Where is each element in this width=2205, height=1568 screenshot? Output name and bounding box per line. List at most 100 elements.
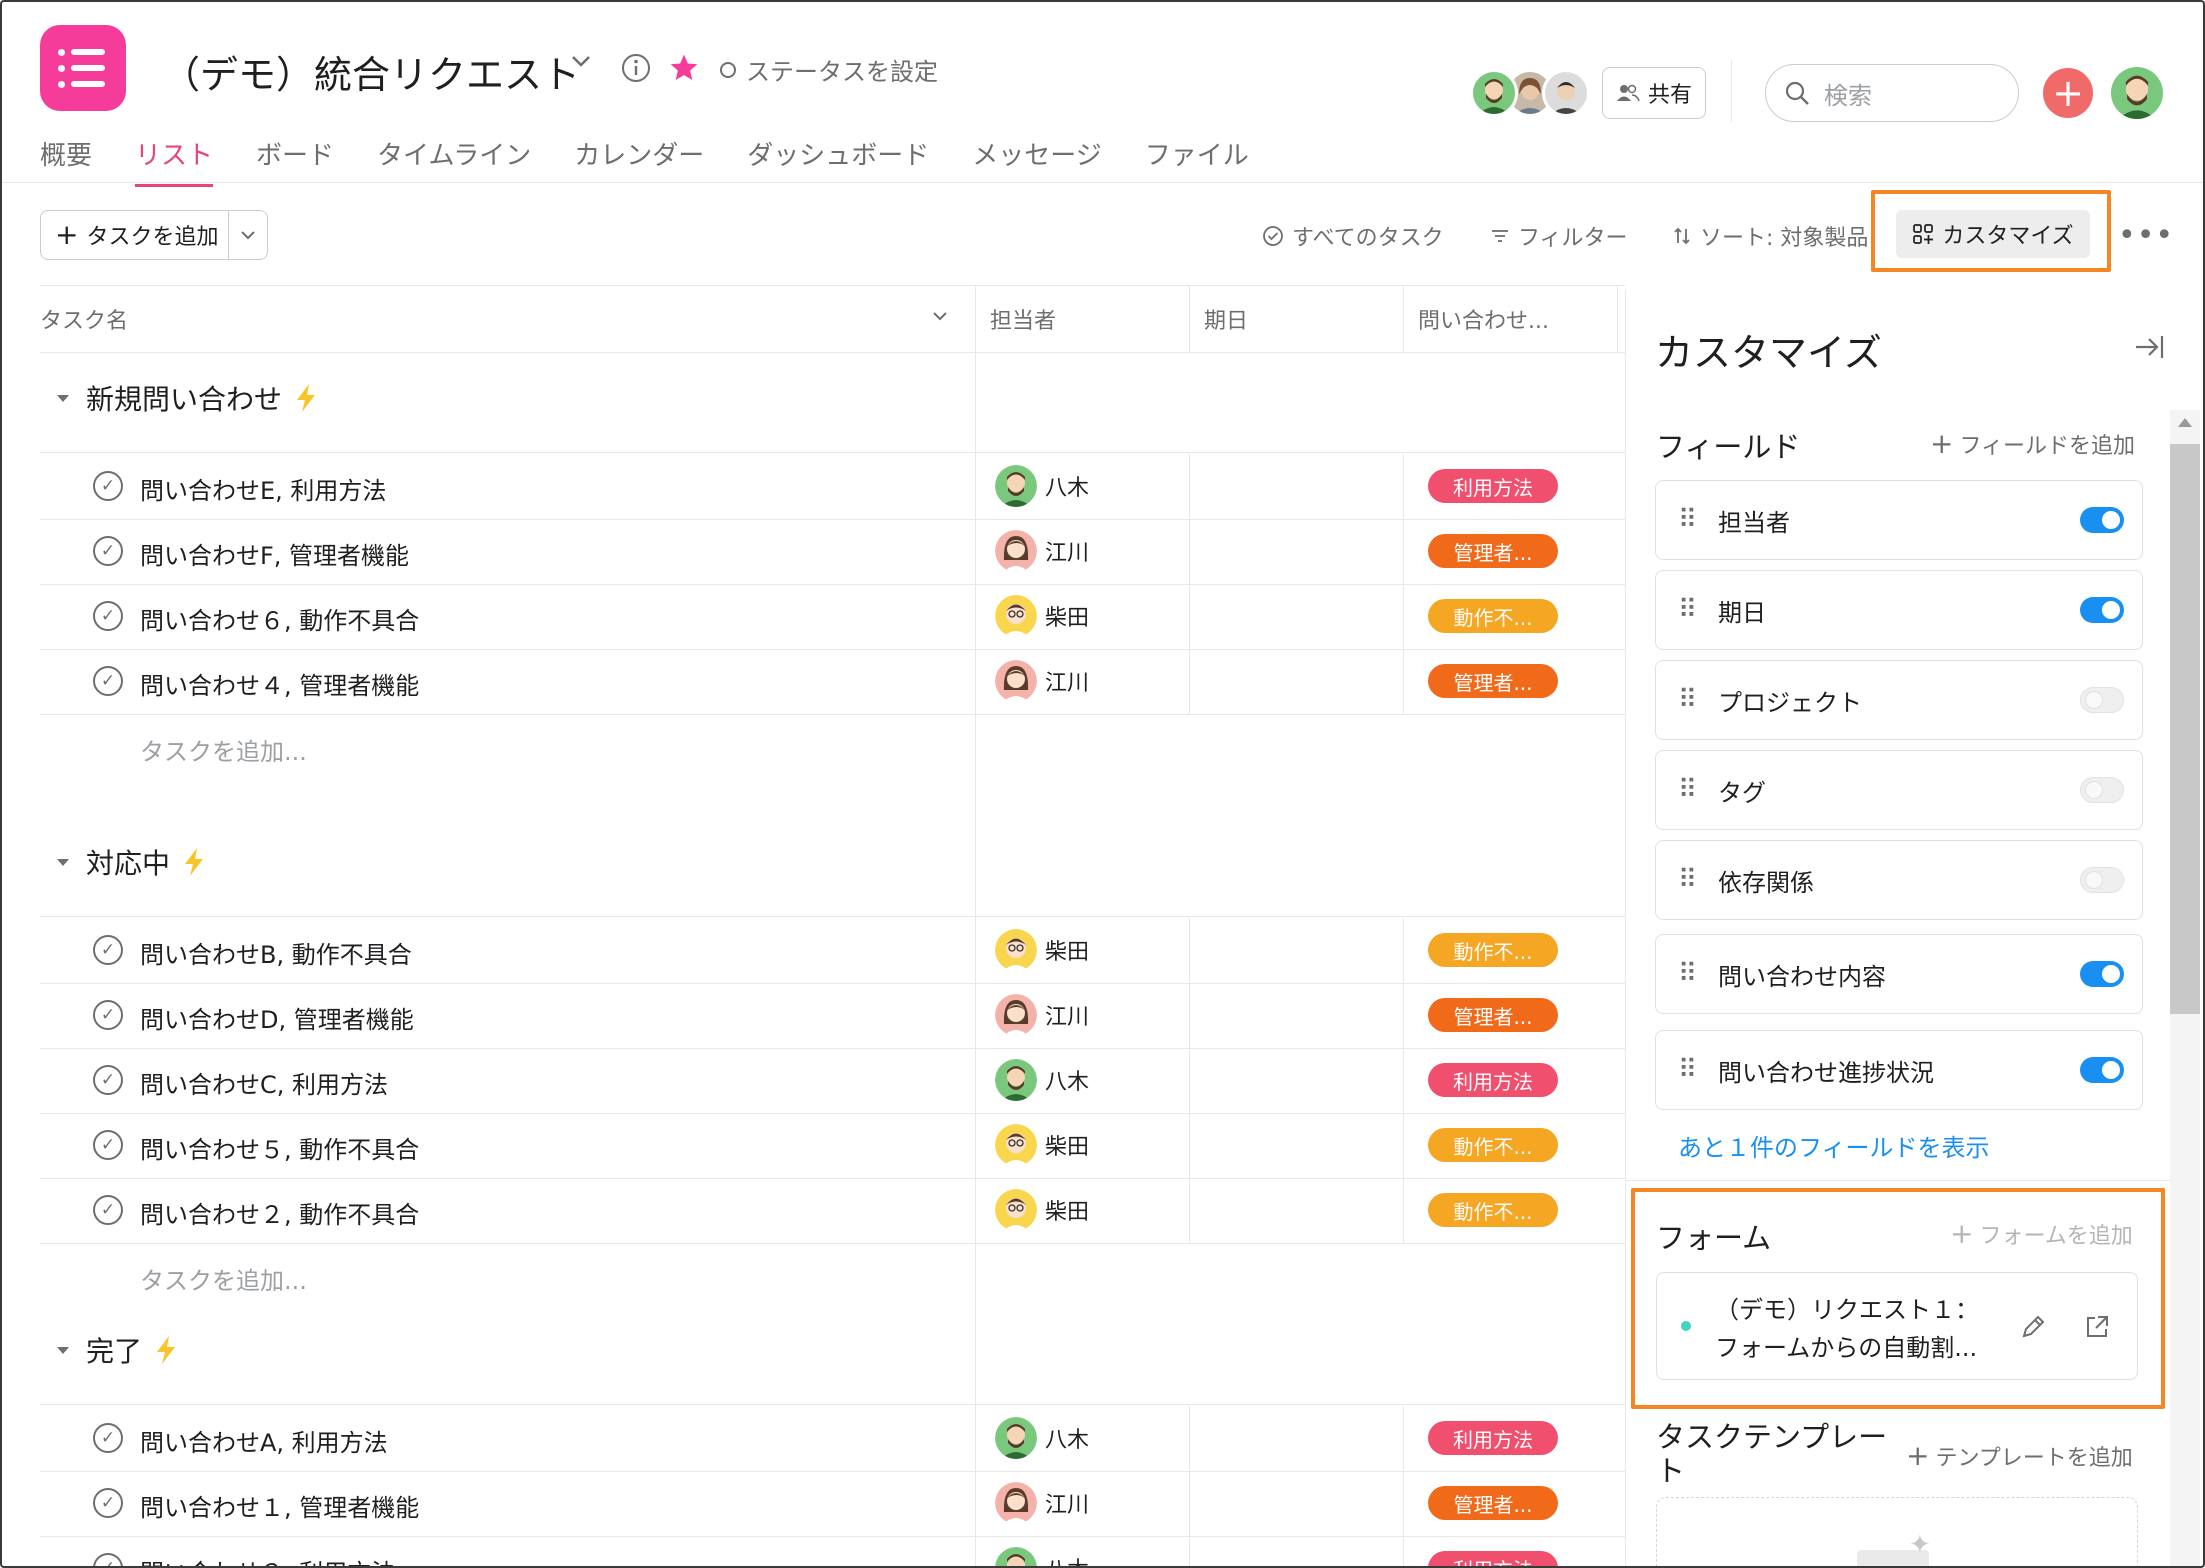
inquiry-tag[interactable]: 利用方法	[1428, 1063, 1558, 1097]
inquiry-tag[interactable]: 利用方法	[1428, 1551, 1558, 1568]
column-task-name[interactable]: タスク名	[40, 303, 128, 335]
add-task-dropdown[interactable]	[229, 226, 267, 244]
complete-check-icon[interactable]: ✓	[93, 1195, 123, 1225]
assignee[interactable]: 江川	[995, 994, 1089, 1036]
chevron-down-icon[interactable]	[568, 48, 594, 81]
star-icon[interactable]	[668, 52, 700, 88]
drag-handle-icon[interactable]: ⠿	[1678, 507, 1718, 533]
customize-button[interactable]: カスタマイズ	[1896, 210, 2090, 258]
add-task-row[interactable]: タスクを追加...	[140, 732, 307, 767]
collapse-panel-icon[interactable]	[2133, 332, 2165, 366]
inquiry-tag[interactable]: 管理者...	[1428, 534, 1558, 568]
complete-check-icon[interactable]: ✓	[93, 1423, 123, 1453]
complete-check-icon[interactable]: ✓	[93, 1553, 123, 1568]
field-card[interactable]: ⠿ プロジェクト	[1655, 660, 2143, 740]
assignee[interactable]: 江川	[995, 660, 1089, 702]
lightning-icon[interactable]	[154, 1335, 178, 1365]
table-row[interactable]: ✓ 問い合わせB, 動作不具合 柴田 動作不...	[40, 918, 1625, 983]
field-toggle[interactable]	[2080, 597, 2124, 623]
form-card[interactable]: （デモ）リクエスト１： フォームからの自動割...	[1656, 1272, 2138, 1380]
assignee[interactable]: 柴田	[995, 929, 1089, 971]
complete-check-icon[interactable]: ✓	[93, 1065, 123, 1095]
field-card[interactable]: ⠿ タグ	[1655, 750, 2143, 830]
tab-4[interactable]: カレンダー	[574, 135, 704, 187]
scrollbar-thumb[interactable]	[2170, 444, 2200, 1014]
project-icon[interactable]	[40, 25, 126, 111]
table-row[interactable]: ✓ 問い合わせ５, 動作不具合 柴田 動作不...	[40, 1113, 1625, 1178]
inquiry-tag[interactable]: 利用方法	[1428, 1421, 1558, 1455]
column-due-date[interactable]: 期日	[1204, 303, 1248, 335]
table-row[interactable]: ✓ 問い合わせ４, 管理者機能 江川 管理者...	[40, 649, 1625, 714]
inquiry-tag[interactable]: 利用方法	[1428, 469, 1558, 503]
member-avatars[interactable]	[1470, 69, 1590, 117]
column-assignee[interactable]: 担当者	[990, 303, 1056, 335]
field-toggle[interactable]	[2080, 867, 2124, 893]
inquiry-tag[interactable]: 管理者...	[1428, 1486, 1558, 1520]
assignee[interactable]: 柴田	[995, 1189, 1089, 1231]
drag-handle-icon[interactable]: ⠿	[1678, 961, 1718, 987]
task-title[interactable]: 問い合わせ６, 動作不具合	[140, 601, 419, 636]
table-row[interactable]: ✓ 問い合わせA, 利用方法 八木 利用方法	[40, 1406, 1625, 1471]
task-title[interactable]: 問い合わせF, 管理者機能	[140, 536, 409, 571]
add-template-button[interactable]: + テンプレートを追加	[1906, 1440, 2133, 1472]
table-row[interactable]: ✓ 問い合わせF, 管理者機能 江川 管理者...	[40, 519, 1625, 584]
assignee[interactable]: 八木	[995, 465, 1089, 507]
add-form-button[interactable]: + フォームを追加	[1950, 1218, 2133, 1250]
add-task-button[interactable]: + タスクを追加	[41, 211, 229, 259]
task-title[interactable]: 問い合わせC, 利用方法	[140, 1065, 388, 1100]
complete-check-icon[interactable]: ✓	[93, 536, 123, 566]
tab-6[interactable]: メッセージ	[972, 135, 1101, 187]
assignee[interactable]: 江川	[995, 530, 1089, 572]
tab-7[interactable]: ファイル	[1145, 135, 1249, 187]
assignee[interactable]: 八木	[995, 1059, 1089, 1101]
filter-button[interactable]: フィルター	[1490, 220, 1628, 252]
column-inquiry[interactable]: 問い合わせ...	[1418, 303, 1549, 335]
complete-check-icon[interactable]: ✓	[93, 1000, 123, 1030]
complete-check-icon[interactable]: ✓	[93, 1130, 123, 1160]
assignee[interactable]: 八木	[995, 1417, 1089, 1459]
field-card[interactable]: ⠿ 依存関係	[1655, 840, 2143, 920]
all-tasks-button[interactable]: すべてのタスク	[1262, 220, 1444, 252]
search-input[interactable]: 検索	[1765, 64, 2019, 122]
task-title[interactable]: 問い合わせ３, 利用方法	[140, 1553, 395, 1568]
assignee[interactable]: 柴田	[995, 1124, 1089, 1166]
chevron-down-icon[interactable]	[930, 306, 950, 330]
field-card[interactable]: ⠿ 担当者	[1655, 480, 2143, 560]
table-row[interactable]: ✓ 問い合わせE, 利用方法 八木 利用方法	[40, 454, 1625, 519]
tab-5[interactable]: ダッシュボード	[747, 135, 929, 187]
task-title[interactable]: 問い合わせD, 管理者機能	[140, 1000, 414, 1035]
user-avatar[interactable]	[2111, 67, 2163, 119]
scroll-up-arrow-icon[interactable]	[2178, 418, 2192, 427]
info-icon[interactable]	[620, 52, 652, 88]
field-toggle[interactable]	[2080, 961, 2124, 987]
inquiry-tag[interactable]: 動作不...	[1428, 599, 1558, 633]
inquiry-tag[interactable]: 管理者...	[1428, 664, 1558, 698]
field-toggle[interactable]	[2080, 507, 2124, 533]
inquiry-tag[interactable]: 動作不...	[1428, 1193, 1558, 1227]
table-row[interactable]: ✓ 問い合わせ６, 動作不具合 柴田 動作不...	[40, 584, 1625, 649]
assignee[interactable]: 八木	[995, 1547, 1089, 1568]
tab-3[interactable]: タイムライン	[377, 135, 531, 187]
section-header[interactable]: 対応中	[52, 842, 206, 882]
field-toggle[interactable]	[2080, 777, 2124, 803]
inquiry-tag[interactable]: 管理者...	[1428, 998, 1558, 1032]
drag-handle-icon[interactable]: ⠿	[1678, 777, 1718, 803]
section-header[interactable]: 完了	[52, 1330, 178, 1370]
drag-handle-icon[interactable]: ⠿	[1678, 867, 1718, 893]
external-link-icon[interactable]	[2083, 1313, 2111, 1345]
table-row[interactable]: ✓ 問い合わせ２, 動作不具合 柴田 動作不...	[40, 1178, 1625, 1243]
task-title[interactable]: 問い合わせA, 利用方法	[140, 1423, 388, 1458]
assignee[interactable]: 柴田	[995, 595, 1089, 637]
add-field-button[interactable]: + フィールドを追加	[1930, 428, 2135, 460]
panel-scrollbar[interactable]	[2170, 410, 2200, 1568]
add-task-row[interactable]: タスクを追加...	[140, 1261, 307, 1296]
field-toggle[interactable]	[2080, 687, 2124, 713]
task-title[interactable]: 問い合わせ２, 動作不具合	[140, 1195, 419, 1230]
complete-check-icon[interactable]: ✓	[93, 666, 123, 696]
inquiry-tag[interactable]: 動作不...	[1428, 933, 1558, 967]
field-card[interactable]: ⠿ 期日	[1655, 570, 2143, 650]
lightning-icon[interactable]	[182, 847, 206, 877]
section-header[interactable]: 新規問い合わせ	[52, 378, 318, 418]
drag-handle-icon[interactable]: ⠿	[1678, 1057, 1718, 1083]
table-row[interactable]: ✓ 問い合わせC, 利用方法 八木 利用方法	[40, 1048, 1625, 1113]
